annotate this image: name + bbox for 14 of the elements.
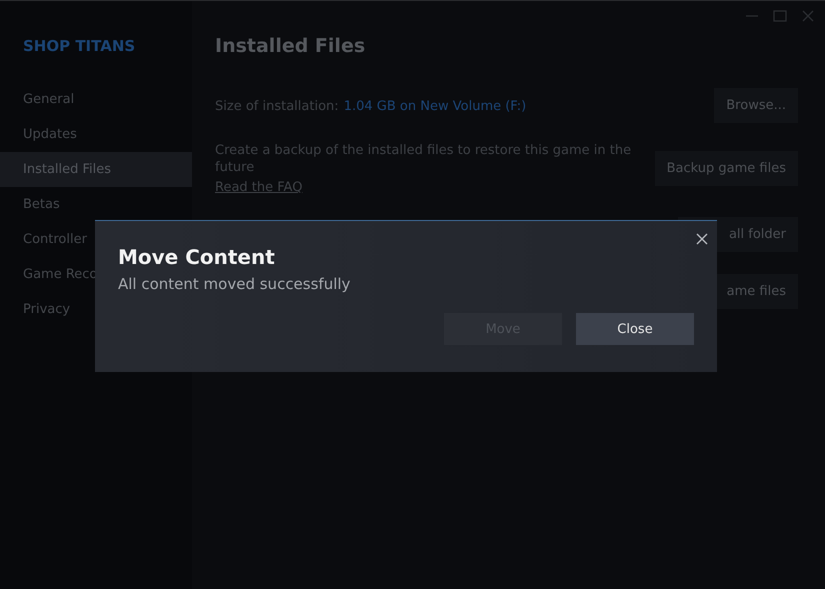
sidebar-item[interactable]: Betas bbox=[0, 187, 192, 222]
dialog-title: Move Content bbox=[118, 245, 276, 269]
game-title: SHOP TITANS bbox=[22, 37, 136, 57]
browse-button[interactable]: Browse... bbox=[714, 88, 798, 122]
close-icon[interactable] bbox=[696, 233, 708, 245]
sidebar-item[interactable]: Installed Files bbox=[0, 152, 192, 187]
maximize-icon[interactable] bbox=[773, 9, 787, 23]
backup-button[interactable]: Backup game files bbox=[654, 151, 798, 186]
dialog-button[interactable]: Close bbox=[576, 313, 694, 345]
sidebar-item[interactable]: Updates bbox=[0, 117, 192, 152]
page-heading: Installed Files bbox=[215, 35, 366, 59]
size-value: 1.04 GB on New Volume (F:) bbox=[344, 99, 526, 114]
dialog-message: All content moved successfully bbox=[118, 275, 352, 293]
sidebar-item[interactable]: General bbox=[0, 82, 192, 117]
